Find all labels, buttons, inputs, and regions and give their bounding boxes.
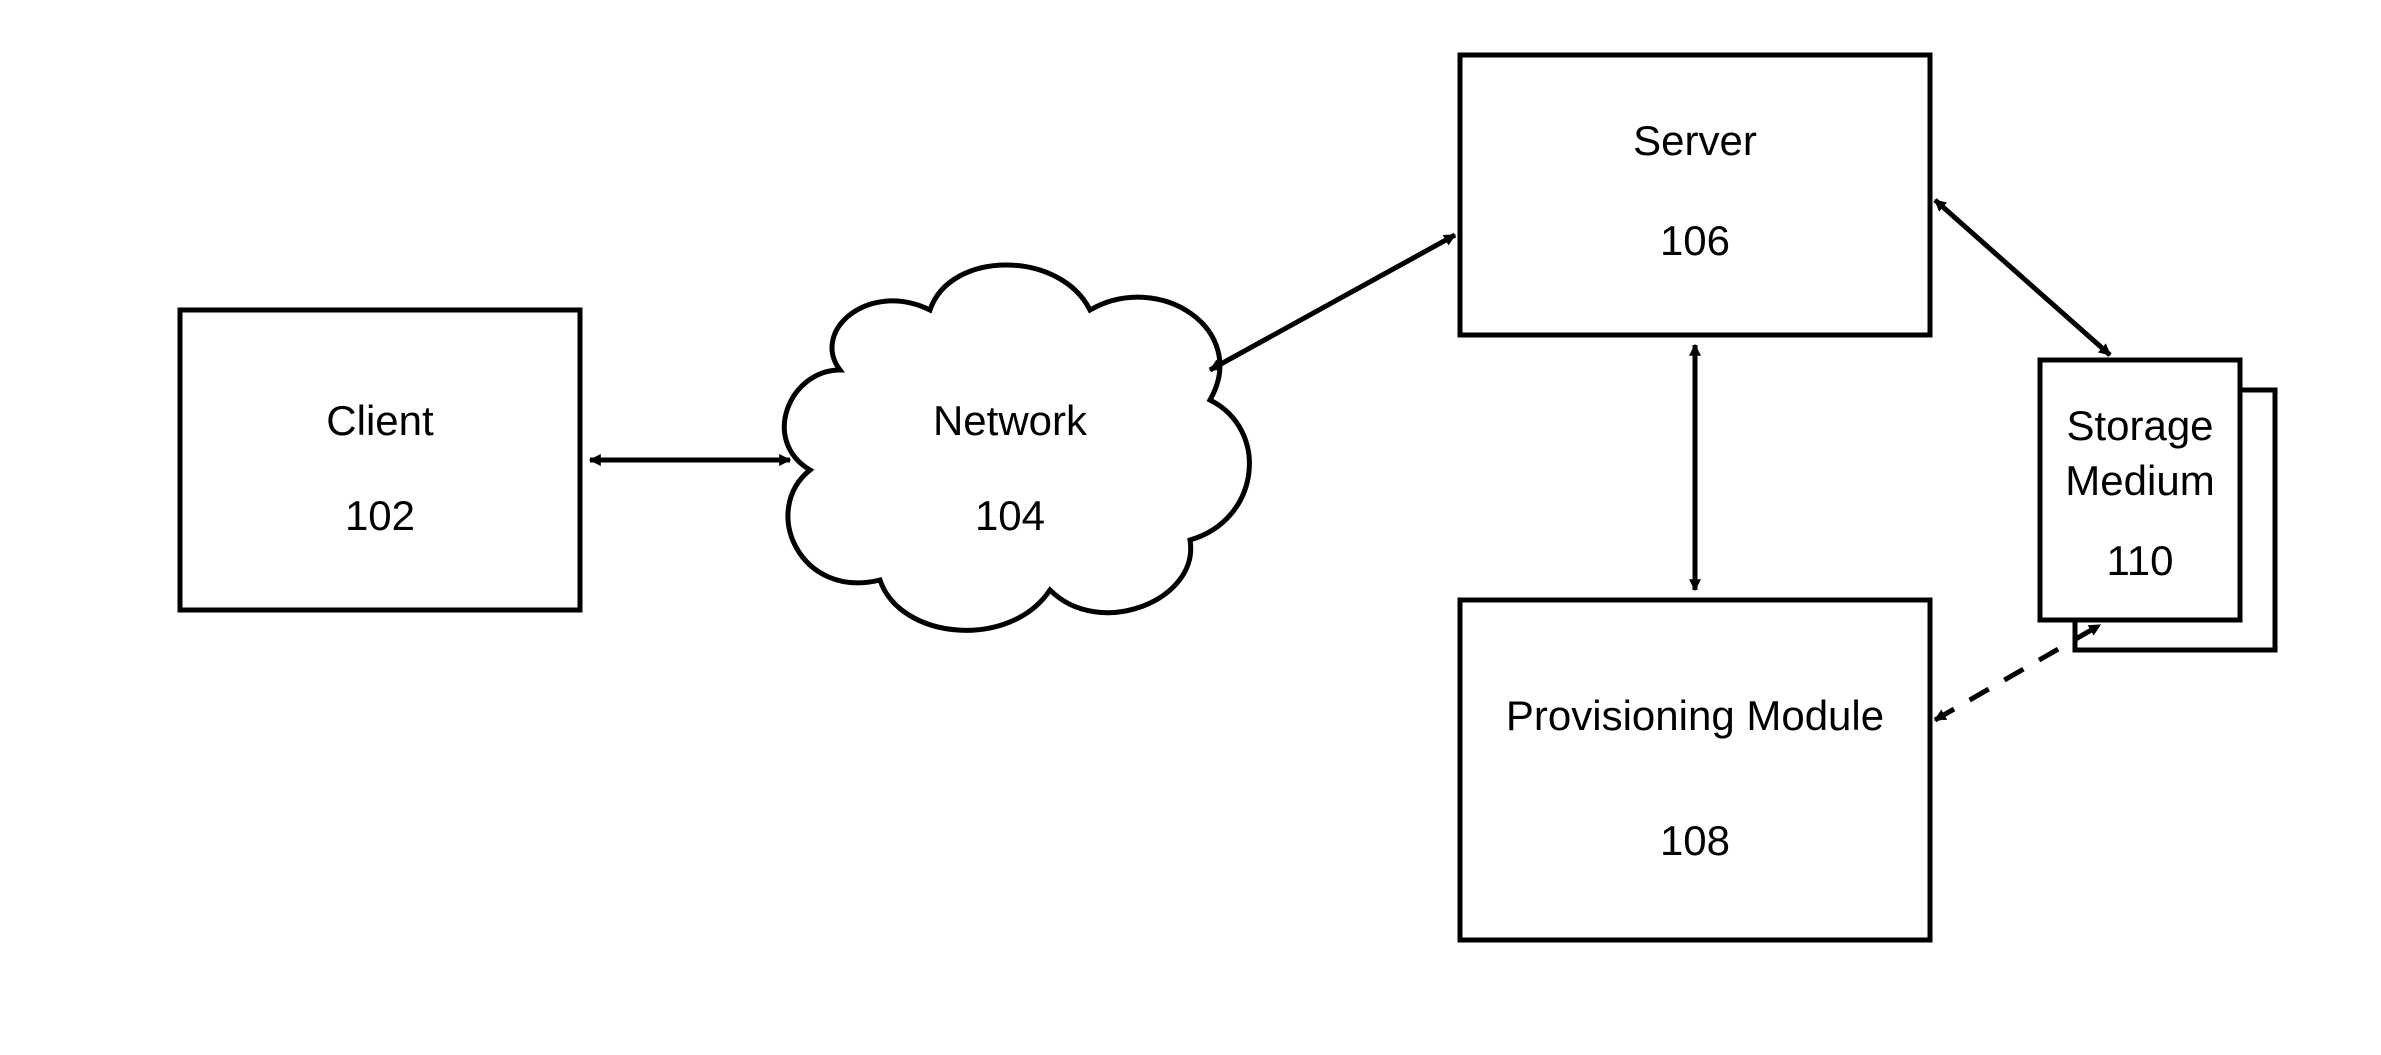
provisioning-node: Provisioning Module 108 bbox=[1460, 600, 1930, 940]
client-label: Client bbox=[326, 397, 434, 444]
network-label: Network bbox=[933, 397, 1088, 444]
storage-node: Storage Medium 110 bbox=[2040, 360, 2275, 650]
provisioning-ref: 108 bbox=[1660, 817, 1730, 864]
network-node: Network 104 bbox=[784, 265, 1249, 630]
server-node: Server 106 bbox=[1460, 55, 1930, 335]
edge-prov-storage bbox=[1935, 625, 2100, 720]
client-ref: 102 bbox=[345, 492, 415, 539]
storage-label-2: Medium bbox=[2065, 457, 2214, 504]
server-label: Server bbox=[1633, 117, 1757, 164]
storage-label-1: Storage bbox=[2066, 402, 2213, 449]
edge-network-server bbox=[1210, 235, 1455, 370]
network-ref: 104 bbox=[975, 492, 1045, 539]
edge-server-storage bbox=[1935, 200, 2110, 355]
storage-ref: 110 bbox=[2107, 537, 2174, 584]
server-ref: 106 bbox=[1660, 217, 1730, 264]
client-node: Client 102 bbox=[180, 310, 580, 610]
provisioning-label: Provisioning Module bbox=[1506, 692, 1884, 739]
